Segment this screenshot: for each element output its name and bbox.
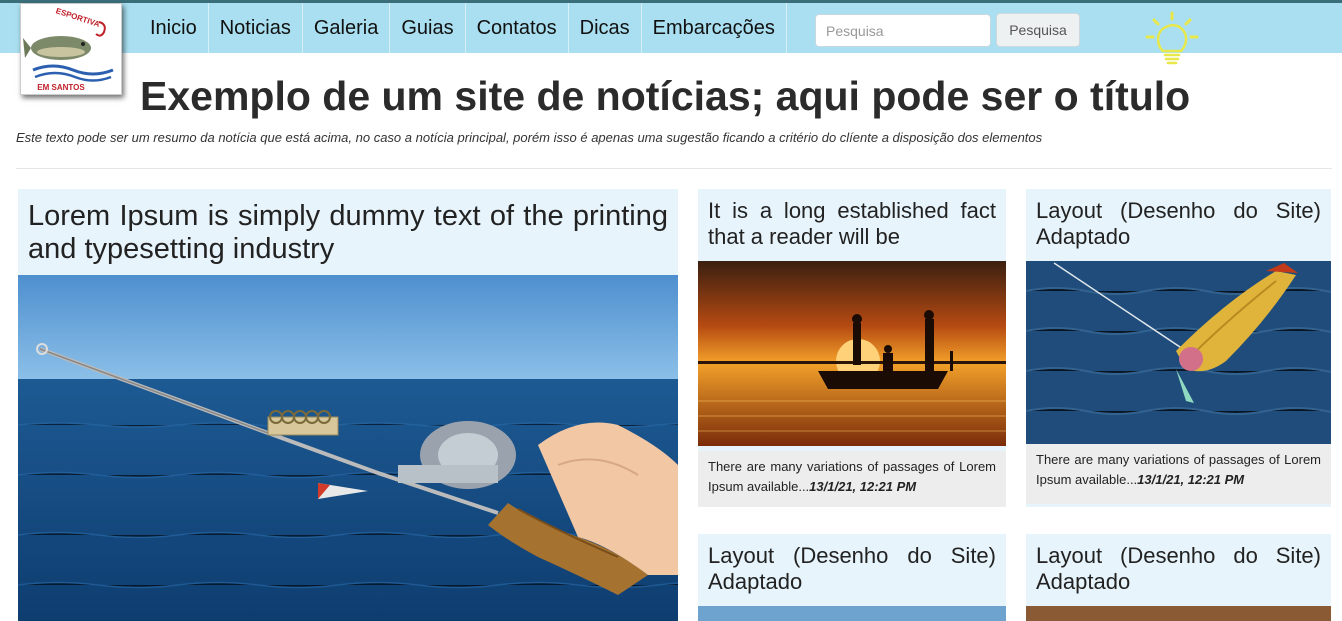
featured-article-title[interactable]: Lorem Ipsum is simply dummy text of the … xyxy=(18,189,678,275)
article-card-image[interactable] xyxy=(1026,261,1331,444)
nav-item-noticias[interactable]: Noticias xyxy=(209,3,303,53)
featured-article-image[interactable] xyxy=(18,275,678,621)
nav-item-embarcacoes[interactable]: Embarcações xyxy=(642,3,787,53)
article-card[interactable]: Layout (Desenho do Site) Adaptado xyxy=(1026,534,1331,621)
article-card-title[interactable]: Layout (Desenho do Site) Adaptado xyxy=(1026,534,1331,606)
nav-item-guias[interactable]: Guias xyxy=(390,3,466,53)
nav-item-dicas[interactable]: Dicas xyxy=(569,3,642,53)
article-card[interactable]: Layout (Desenho do Site) Adaptado There … xyxy=(1026,189,1331,507)
article-card[interactable]: It is a long established fact that a rea… xyxy=(698,189,1006,507)
article-card-image[interactable] xyxy=(698,606,1006,621)
article-card-summary: There are many variations of passages of… xyxy=(1026,444,1331,504)
article-card-title[interactable]: It is a long established fact that a rea… xyxy=(698,189,1006,261)
article-card-title[interactable]: Layout (Desenho do Site) Adaptado xyxy=(698,534,1006,606)
article-card-timestamp: 13/1/21, 12:21 PM xyxy=(1137,472,1245,487)
search-button[interactable]: Pesquisa xyxy=(996,13,1080,47)
nav-item-contatos[interactable]: Contatos xyxy=(466,3,569,53)
navbar: Inicio Noticias Galeria Guias Contatos D… xyxy=(0,3,1342,65)
logo-text-top: ESPORTIVA xyxy=(55,6,101,29)
logo-text-bottom: EM SANTOS xyxy=(37,83,85,92)
headline-summary: Este texto pode ser um resumo da notícia… xyxy=(16,130,1043,145)
main-nav: Inicio Noticias Galeria Guias Contatos D… xyxy=(140,3,787,53)
article-card-title[interactable]: Layout (Desenho do Site) Adaptado xyxy=(1026,189,1331,261)
article-card[interactable]: Layout (Desenho do Site) Adaptado xyxy=(698,534,1006,621)
lightbulb-icon[interactable] xyxy=(1144,11,1200,73)
site-logo[interactable]: ESPORTIVA EM SANTOS xyxy=(20,3,122,95)
article-card-image[interactable] xyxy=(698,261,1006,446)
search-input[interactable] xyxy=(815,14,991,47)
nav-item-inicio[interactable]: Inicio xyxy=(140,3,209,53)
page-headline: Exemplo de um site de notícias; aqui pod… xyxy=(140,73,1191,119)
nav-item-galeria[interactable]: Galeria xyxy=(303,3,391,53)
article-card-summary: There are many variations of passages of… xyxy=(698,451,1006,507)
article-card-timestamp: 13/1/21, 12:21 PM xyxy=(809,479,917,494)
article-card-image[interactable] xyxy=(1026,606,1331,621)
divider xyxy=(16,168,1332,169)
featured-article-card[interactable]: Lorem Ipsum is simply dummy text of the … xyxy=(18,189,678,621)
